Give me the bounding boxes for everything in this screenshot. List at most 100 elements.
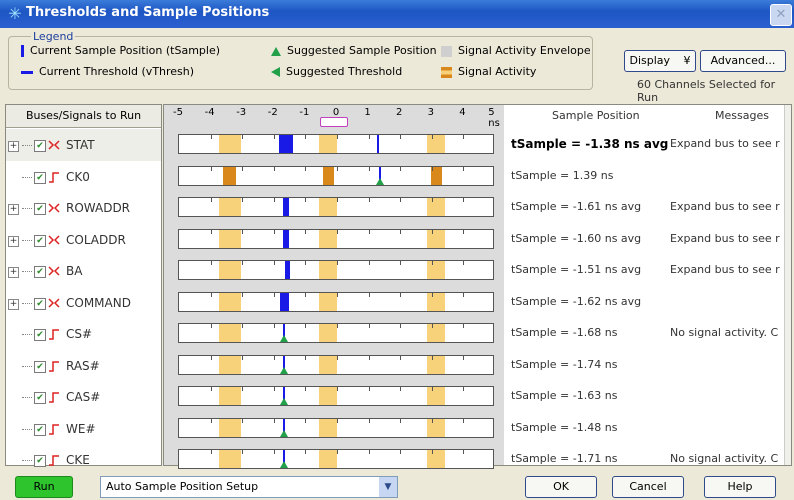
track-tick <box>305 450 307 454</box>
signal-checkbox[interactable]: ✔ <box>34 297 46 310</box>
signal-row[interactable]: + ✔ COLADDR <box>6 224 161 256</box>
track-tick <box>463 198 465 202</box>
track-tick <box>273 418 275 423</box>
track-tick <box>305 229 307 234</box>
signal-checkbox[interactable]: ✔ <box>34 455 46 467</box>
signal-checkbox[interactable]: ✔ <box>34 392 46 404</box>
signal-checkbox[interactable]: ✔ <box>34 234 46 247</box>
chevron-down-icon[interactable]: ▼ <box>379 477 397 497</box>
display-dropdown[interactable]: Display ¥ <box>624 50 696 72</box>
close-button[interactable]: ✕ <box>770 4 792 26</box>
track-tick <box>210 355 212 360</box>
signal-checkbox[interactable]: ✔ <box>34 171 46 184</box>
sample-position-value: tSample = -1.61 ns avg <box>511 200 642 213</box>
sample-position-marker[interactable] <box>377 135 379 153</box>
title-bar: ✳ Thresholds and Sample Positions ✕ <box>0 0 794 28</box>
activity-envelope <box>427 387 445 405</box>
signal-name: RAS# <box>66 358 100 373</box>
sample-position-marker[interactable] <box>283 229 289 248</box>
sample-position-marker[interactable] <box>280 292 289 311</box>
track-tick <box>431 450 433 454</box>
expand-icon[interactable]: + <box>8 204 19 215</box>
signal-name: COLADDR <box>66 232 126 247</box>
bottom-bar: Run Auto Sample Position Setup ▼ OK Canc… <box>0 470 794 500</box>
track-tick <box>242 198 244 202</box>
activity-envelope <box>219 198 241 216</box>
signal-icon <box>49 360 59 372</box>
signal-checkbox[interactable]: ✔ <box>34 423 46 436</box>
window-title: Thresholds and Sample Positions <box>26 5 270 20</box>
expand-icon[interactable]: + <box>8 235 19 247</box>
track-tick <box>337 450 338 454</box>
track-tick <box>273 135 275 139</box>
activity-envelope <box>219 261 241 279</box>
track-tick <box>242 261 244 265</box>
signal-row[interactable]: + ✔ BA <box>6 255 161 287</box>
track-tick <box>463 450 465 454</box>
track-tick <box>431 387 433 391</box>
track-tick <box>368 135 370 139</box>
track-tick <box>400 198 402 202</box>
suggested-sample-icon <box>280 366 288 374</box>
track-tick <box>431 355 433 360</box>
track-tick <box>400 418 402 423</box>
expand-icon[interactable]: + <box>8 141 19 152</box>
track-tick <box>400 292 402 297</box>
activity-envelope <box>323 166 334 185</box>
help-button[interactable]: Help <box>704 476 776 498</box>
legend-item-activity-envelope: Signal Activity Envelope <box>441 44 591 57</box>
legend-title: Legend <box>31 30 76 43</box>
signal-row[interactable]: + ✔ ROWADDR <box>6 192 161 224</box>
legend-item-signal-activity: Signal Activity <box>441 65 536 78</box>
signal-row[interactable]: ✔ CK0 <box>6 161 161 193</box>
signal-row[interactable]: + ✔ COMMAND <box>6 287 161 319</box>
expand-icon[interactable]: + <box>8 267 19 278</box>
suggested-sample-icon <box>280 429 288 437</box>
sample-position-marker[interactable] <box>285 261 290 279</box>
track-tick <box>242 387 244 391</box>
vertical-scrollbar[interactable] <box>784 105 791 465</box>
track-tick <box>368 450 370 454</box>
track-tick <box>400 450 402 454</box>
axis-tick-label: 4 <box>459 107 466 118</box>
zoom-handle-icon[interactable] <box>320 117 348 127</box>
sample-position-marker[interactable] <box>279 135 293 153</box>
signal-checkbox[interactable]: ✔ <box>34 203 46 215</box>
signal-track <box>178 260 494 280</box>
advanced-button[interactable]: Advanced... <box>700 50 786 72</box>
run-button[interactable]: Run <box>15 476 73 498</box>
sample-position-marker[interactable] <box>283 198 289 216</box>
activity-envelope <box>219 324 241 342</box>
signal-checkbox[interactable]: ✔ <box>34 266 46 278</box>
signal-row[interactable]: ✔ CS# <box>6 318 161 350</box>
signal-row[interactable]: ✔ WE# <box>6 413 161 445</box>
signal-name: CKE <box>66 453 90 467</box>
signal-checkbox[interactable]: ✔ <box>34 360 46 373</box>
suggested-sample-icon <box>280 335 288 342</box>
signal-checkbox[interactable]: ✔ <box>34 329 46 341</box>
tree-connector <box>22 334 32 335</box>
cancel-button[interactable]: Cancel <box>612 476 684 498</box>
axis-tick-label: -4 <box>204 107 215 118</box>
setup-select[interactable]: Auto Sample Position Setup ▼ <box>100 476 398 498</box>
track-tick <box>273 450 275 454</box>
ok-button[interactable]: OK <box>525 476 597 498</box>
legend-item-suggested-sample: Suggested Sample Position <box>271 44 437 57</box>
track-tick <box>242 450 244 454</box>
legend-item-current-sample: Current Sample Position (tSample) <box>21 44 220 57</box>
axis-tick-label: -5 <box>173 107 183 118</box>
display-label: Display <box>629 54 671 67</box>
track-tick <box>368 324 370 328</box>
axis-tick-label: 1 <box>364 107 371 118</box>
track-tick <box>210 166 212 171</box>
setup-select-value: Auto Sample Position Setup <box>106 480 259 493</box>
expand-icon[interactable]: + <box>8 298 19 310</box>
signal-row[interactable]: ✔ CAS# <box>6 381 161 413</box>
signal-row[interactable]: ✔ RAS# <box>6 350 161 382</box>
signal-checkbox[interactable]: ✔ <box>34 140 46 152</box>
app-icon: ✳ <box>8 4 22 23</box>
track-tick <box>463 418 465 423</box>
track-tick <box>463 324 465 328</box>
signal-row[interactable]: + ✔ STAT <box>6 129 161 161</box>
track-tick <box>273 166 275 171</box>
